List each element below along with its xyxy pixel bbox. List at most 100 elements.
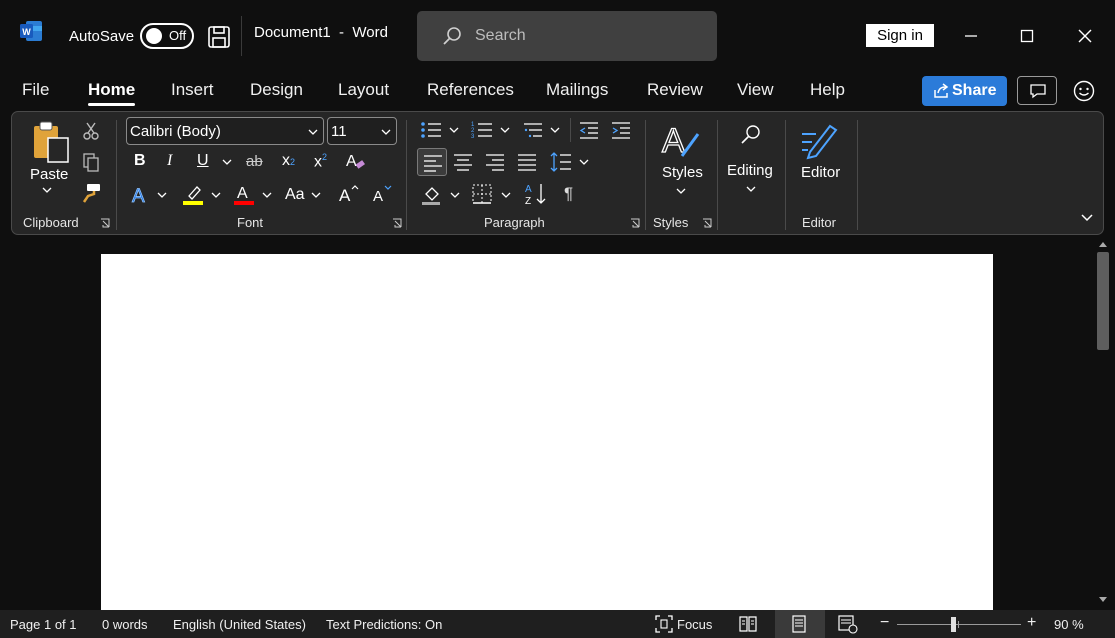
editor-label[interactable]: Editor (801, 164, 840, 181)
maximize-icon[interactable] (1013, 22, 1041, 50)
copy-icon[interactable] (81, 152, 101, 172)
text-effects-icon[interactable]: A (130, 184, 152, 206)
format-painter-icon[interactable] (80, 182, 102, 204)
font-launcher-icon[interactable] (392, 218, 402, 228)
show-formatting-marks-button[interactable]: ¶ (564, 184, 573, 204)
search-input[interactable] (475, 24, 695, 48)
underline-button[interactable]: U (197, 152, 209, 170)
tab-view[interactable]: View (737, 80, 774, 100)
chevron-down-icon[interactable] (311, 191, 321, 199)
tab-file[interactable]: File (22, 80, 49, 100)
multilevel-list-icon[interactable] (522, 120, 544, 140)
chevron-down-icon[interactable] (157, 191, 167, 199)
tab-home[interactable]: Home (88, 80, 135, 100)
find-icon[interactable] (740, 124, 762, 146)
scrollbar-thumb[interactable] (1097, 252, 1109, 350)
font-color-icon[interactable]: A (232, 182, 256, 206)
ribbon-display-options-chevron-icon[interactable] (1080, 212, 1094, 222)
decrease-indent-icon[interactable] (578, 120, 600, 140)
close-icon[interactable] (1071, 22, 1099, 50)
styles-launcher-icon[interactable] (702, 218, 712, 228)
vertical-scrollbar[interactable] (1094, 238, 1112, 608)
search-box[interactable] (417, 11, 717, 61)
borders-icon[interactable] (472, 184, 492, 204)
comments-button[interactable] (1017, 76, 1057, 105)
editor-icon[interactable] (800, 120, 840, 160)
grow-font-icon[interactable]: A (338, 183, 360, 205)
chevron-down-icon[interactable] (500, 126, 510, 134)
sort-icon[interactable]: A Z (524, 182, 548, 206)
web-layout-icon[interactable] (838, 614, 858, 634)
text-predictions-status[interactable]: Text Predictions: On (326, 617, 442, 632)
shrink-font-icon[interactable]: A (372, 183, 394, 205)
zoom-out-button[interactable]: − (880, 614, 889, 632)
share-button[interactable]: Share (922, 76, 1007, 106)
sign-in-button[interactable]: Sign in (866, 24, 934, 47)
chevron-down-icon[interactable] (501, 191, 511, 199)
minimize-icon[interactable] (957, 22, 985, 50)
underline-dropdown-chevron-icon[interactable] (222, 158, 232, 166)
clear-formatting-icon[interactable]: A (344, 150, 366, 172)
paragraph-launcher-icon[interactable] (630, 218, 640, 228)
italic-button[interactable]: I (167, 152, 172, 170)
shading-icon[interactable] (420, 182, 444, 206)
align-center-icon[interactable] (453, 153, 473, 171)
focus-button[interactable]: Focus (677, 617, 712, 632)
numbering-icon[interactable]: 123 (471, 120, 493, 140)
font-name-select[interactable]: Calibri (Body) (126, 117, 324, 145)
font-size-select[interactable]: 11 (327, 117, 397, 145)
bullets-icon[interactable] (420, 120, 442, 140)
print-layout-button[interactable] (775, 610, 825, 638)
scroll-up-icon[interactable] (1098, 240, 1108, 248)
increase-indent-icon[interactable] (610, 120, 632, 140)
chevron-down-icon[interactable] (449, 126, 459, 134)
chevron-down-icon[interactable] (579, 158, 589, 166)
chevron-down-icon[interactable] (262, 191, 272, 199)
paste-label[interactable]: Paste (30, 166, 68, 183)
document-page[interactable] (101, 254, 993, 614)
feedback-smiley-icon[interactable] (1073, 80, 1095, 102)
focus-icon[interactable] (655, 615, 673, 633)
tab-references[interactable]: References (427, 80, 514, 100)
zoom-in-button[interactable]: + (1027, 614, 1036, 632)
chevron-down-icon[interactable] (550, 126, 560, 134)
strikethrough-button[interactable]: ab (246, 153, 263, 170)
zoom-slider-track[interactable] (897, 624, 1021, 625)
scroll-down-icon[interactable] (1098, 596, 1108, 604)
tab-layout[interactable]: Layout (338, 80, 389, 100)
page-count[interactable]: Page 1 of 1 (10, 617, 77, 632)
highlight-color-icon[interactable] (181, 182, 205, 206)
styles-icon[interactable]: A (660, 120, 702, 160)
styles-label[interactable]: Styles (662, 164, 703, 181)
zoom-level[interactable]: 90 % (1054, 617, 1084, 632)
superscript-button[interactable]: x2 (314, 152, 327, 171)
language-indicator[interactable]: English (United States) (173, 617, 306, 632)
align-right-icon[interactable] (485, 153, 505, 171)
line-spacing-icon[interactable] (550, 151, 572, 173)
justify-icon[interactable] (517, 153, 537, 171)
paste-icon[interactable] (30, 120, 72, 166)
read-mode-icon[interactable] (739, 615, 757, 632)
tab-review[interactable]: Review (647, 80, 703, 100)
editing-dropdown-chevron-icon[interactable] (746, 185, 756, 193)
tab-insert[interactable]: Insert (171, 80, 214, 100)
bold-button[interactable]: B (134, 152, 146, 170)
zoom-slider-thumb[interactable] (951, 617, 956, 632)
save-icon[interactable] (207, 25, 231, 49)
clipboard-launcher-icon[interactable] (100, 218, 110, 228)
tab-help[interactable]: Help (810, 80, 845, 100)
editing-label[interactable]: Editing (727, 162, 773, 179)
tab-design[interactable]: Design (250, 80, 303, 100)
paste-dropdown-chevron-icon[interactable] (42, 186, 52, 194)
change-case-button[interactable]: Aa (285, 186, 305, 204)
svg-text:A: A (237, 185, 248, 202)
styles-dropdown-chevron-icon[interactable] (676, 187, 686, 195)
chevron-down-icon[interactable] (211, 191, 221, 199)
subscript-button[interactable]: x2 (282, 152, 295, 170)
chevron-down-icon[interactable] (450, 191, 460, 199)
cut-icon[interactable] (81, 121, 101, 141)
align-left-button[interactable] (417, 148, 447, 176)
tab-mailings[interactable]: Mailings (546, 80, 608, 100)
autosave-toggle[interactable]: Off (140, 23, 194, 49)
word-count[interactable]: 0 words (102, 617, 148, 632)
